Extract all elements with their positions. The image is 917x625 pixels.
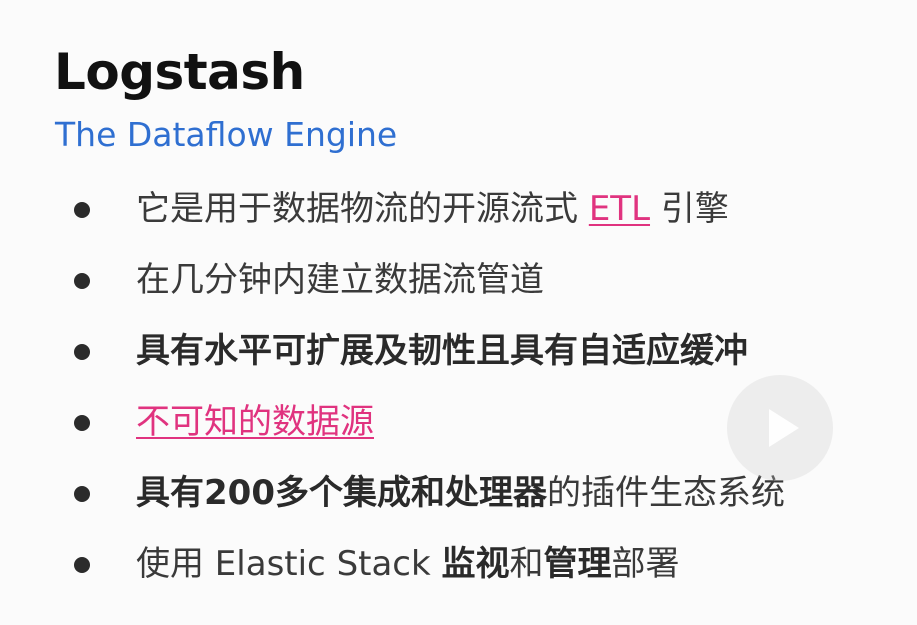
bullet-text-bold-manage: 管理 <box>543 544 612 584</box>
bullet-dot-icon <box>74 486 90 502</box>
bullet-text: 使用 Elastic Stack 监视和管理部署 <box>136 533 680 595</box>
bullet-text-pre: 使用 Elastic Stack <box>136 544 442 584</box>
bullet-text-bold: 具有200多个集成和处理器 <box>136 473 547 513</box>
bullet-dot-icon <box>74 415 90 431</box>
bullet-text: 具有200多个集成和处理器的插件生态系统 <box>136 462 785 524</box>
bullet-text-post: 部署 <box>611 544 680 584</box>
play-icon <box>769 409 799 447</box>
bullet-dot-icon <box>74 344 90 360</box>
bullet-text: 不可知的数据源 <box>136 391 374 453</box>
bullet-text: 它是用于数据物流的开源流式 ETL 引擎 <box>136 178 729 240</box>
play-button[interactable] <box>727 375 833 481</box>
bullet-item-2: 在几分钟内建立数据流管道 <box>0 249 917 320</box>
slide-subtitle: The Dataflow Engine <box>55 115 398 154</box>
slide: Logstash The Dataflow Engine 它是用于数据物流的开源… <box>0 0 917 625</box>
data-sources-link[interactable]: 不可知的数据源 <box>136 402 374 442</box>
bullet-text-bold-monitor: 监视 <box>441 544 510 584</box>
bullet-text: 在几分钟内建立数据流管道 <box>136 260 544 300</box>
bullet-dot-icon <box>74 202 90 218</box>
bullet-item-6: 使用 Elastic Stack 监视和管理部署 <box>0 533 917 604</box>
bullet-text-pre: 它是用于数据物流的开源流式 <box>136 189 589 229</box>
slide-title: Logstash <box>54 43 305 101</box>
bullet-text: 具有水平可扩展及韧性且具有自适应缓冲 <box>136 331 748 371</box>
bullet-item-1: 它是用于数据物流的开源流式 ETL 引擎 <box>0 178 917 249</box>
bullet-dot-icon <box>74 273 90 289</box>
bullet-text-mid: 和 <box>509 544 544 584</box>
bullet-dot-icon <box>74 557 90 573</box>
bullet-text-post: 引擎 <box>650 189 729 229</box>
bullet-text-post: 的插件生态系统 <box>546 473 785 513</box>
etl-link[interactable]: ETL <box>589 189 650 229</box>
